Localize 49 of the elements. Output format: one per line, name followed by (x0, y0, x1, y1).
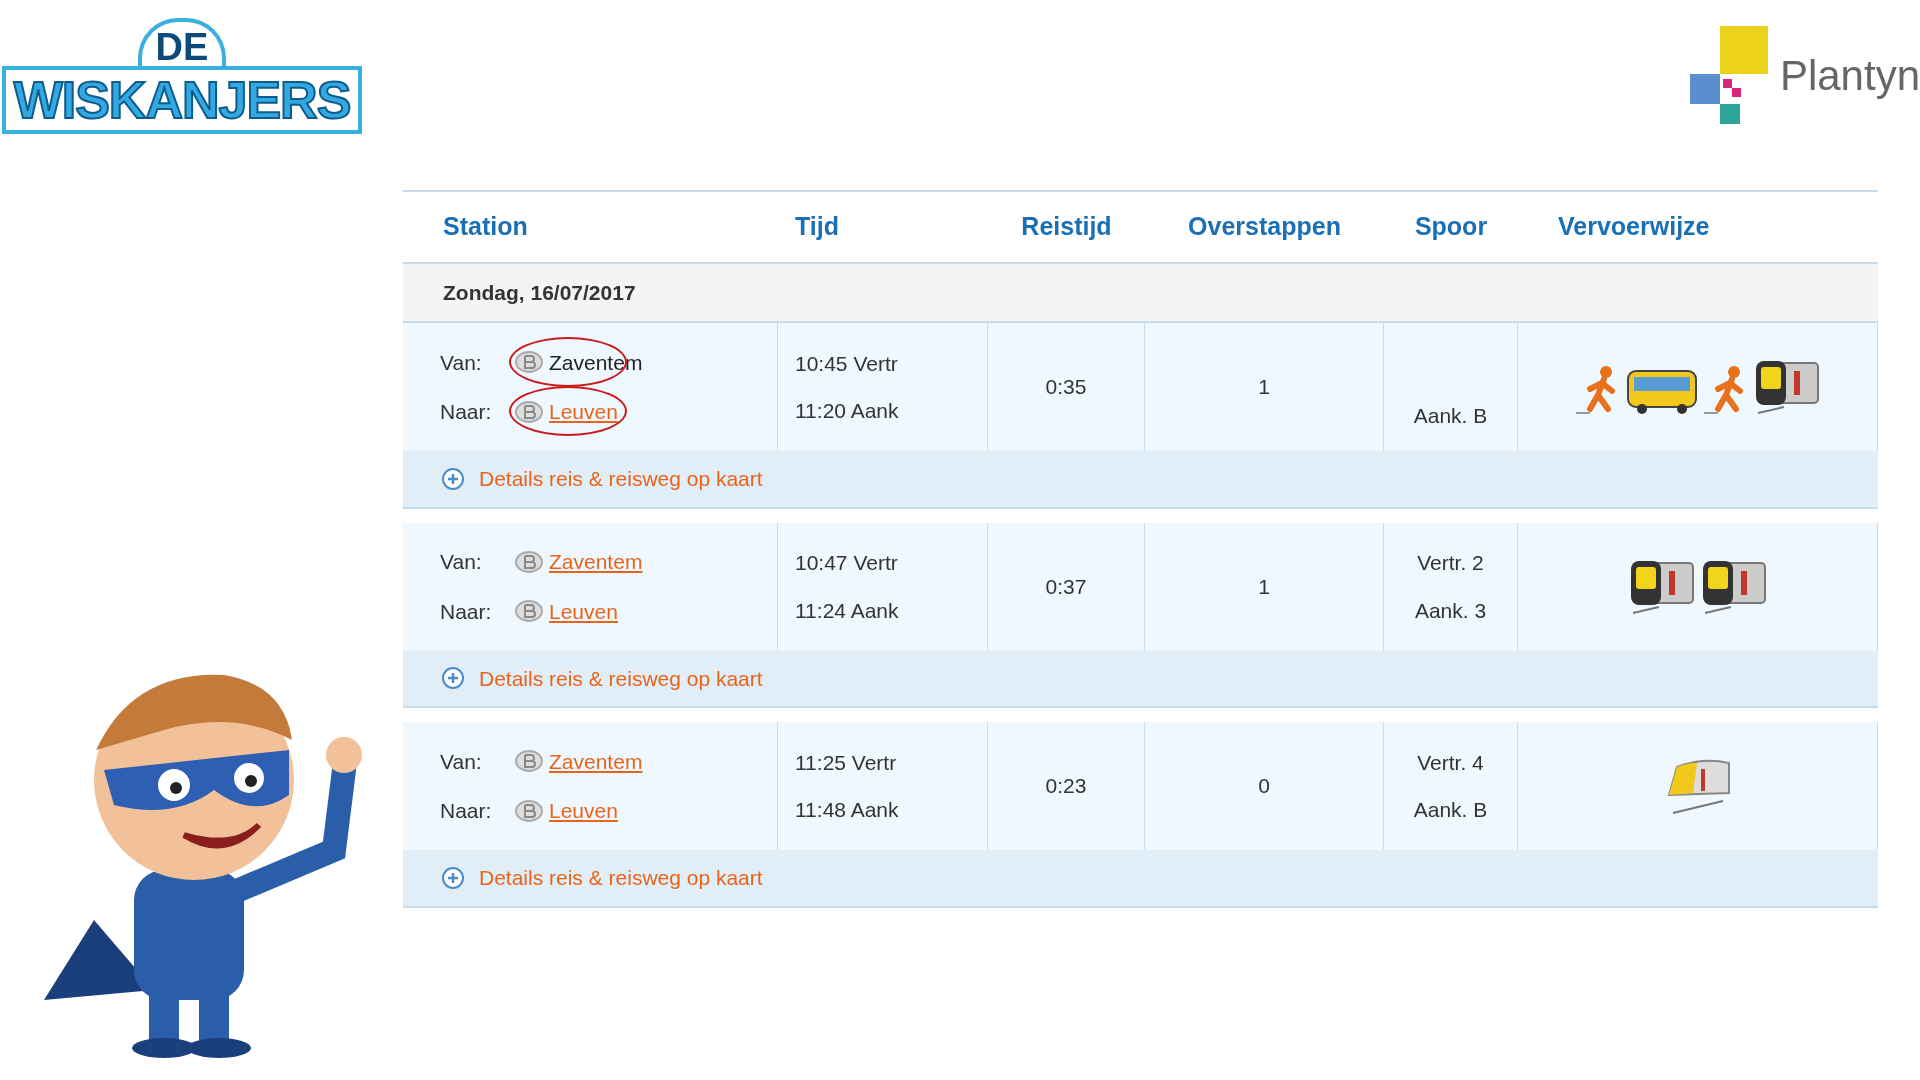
metro-train-icon (1753, 359, 1820, 415)
to-label: Naar: (440, 598, 493, 625)
expand-plus-icon[interactable] (441, 865, 465, 890)
rail-logo-icon (515, 351, 543, 374)
station-link[interactable]: Zaventem (549, 546, 643, 578)
transfers-text: 1 (1258, 374, 1270, 401)
to-label: Naar: (440, 798, 493, 824)
logo-word: DE (137, 18, 227, 66)
station-link[interactable]: Leuven (549, 396, 618, 428)
details-link[interactable]: Details reis & reisweg op kaart (479, 662, 763, 694)
from-label: Van: (440, 549, 483, 575)
expand-plus-icon[interactable] (441, 466, 465, 491)
rail-logo-icon (515, 799, 543, 822)
duration-text: 0:37 (1045, 573, 1087, 600)
logo-title: WISKANJERS (1, 66, 363, 134)
rail-logo-icon (515, 400, 543, 423)
time-text: 10:47 Vertr (795, 550, 899, 576)
from-label: Van: (440, 748, 483, 775)
details-link[interactable]: Details reis & reisweg op kaart (479, 463, 763, 495)
metro-train-icon (1628, 558, 1695, 615)
rail-logo-icon (515, 750, 543, 773)
transfers-text: 1 (1258, 573, 1270, 600)
rail-logo-icon (515, 600, 543, 623)
duration-text: 0:35 (1045, 374, 1087, 401)
platform-text: Aank. B (1413, 797, 1488, 823)
date-heading: Zondag, 16/07/2017 (403, 263, 1878, 323)
metro-train-icon (1700, 558, 1767, 615)
expand-plus-icon[interactable] (441, 666, 465, 691)
duration-text: 0:23 (1045, 773, 1087, 800)
rail-logo-icon (515, 550, 543, 573)
time-text: 11:24 Aank (795, 597, 900, 624)
time-text: 11:20 Aank (795, 398, 900, 424)
details-link[interactable]: Details reis & reisweg op kaart (479, 862, 763, 894)
to-label: Naar: (440, 399, 493, 425)
platform-text: Vertr. 2 (1417, 550, 1484, 576)
station-link[interactable]: Zaventem (549, 745, 643, 777)
time-text: 11:48 Aank (795, 797, 900, 823)
time-text: 11:25 Vertr (795, 749, 898, 776)
platform-text: Aank. B (1413, 402, 1488, 429)
bus-icon (1625, 369, 1698, 415)
platform-text: Vertr. 4 (1417, 749, 1484, 776)
station-link[interactable]: Leuven (549, 595, 618, 627)
station-link[interactable]: Leuven (549, 795, 618, 827)
squares-logo-icon (1689, 26, 1770, 124)
brand-name: Plantyn (1779, 50, 1920, 101)
time-text: 10:45 Vertr (795, 350, 899, 377)
platform-text: Aank. 3 (1414, 597, 1487, 624)
transfers-text: 0 (1258, 773, 1270, 800)
from-label: Van: (440, 349, 483, 376)
